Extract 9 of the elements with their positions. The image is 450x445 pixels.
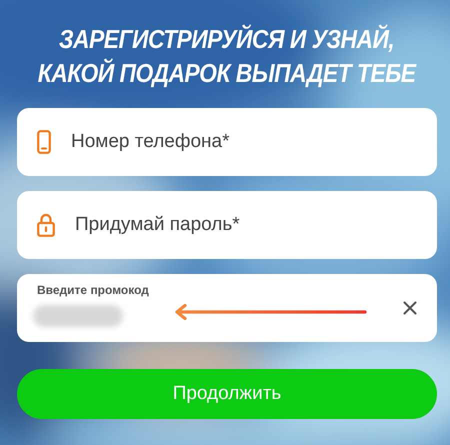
phone-field[interactable]: Номер телефона* [71, 131, 391, 153]
password-field[interactable]: Придумай пароль* [75, 214, 395, 236]
field-label: Введите промокод [37, 283, 150, 297]
promo-code-field[interactable]: Введите промокод [17, 274, 437, 342]
lock-icon [37, 213, 55, 237]
close-icon [403, 301, 417, 315]
phone-icon [37, 130, 51, 154]
heading-line: КАКОЙ ПОДАРОК ВЫПАДЕТ ТЕБЕ [38, 57, 416, 90]
heading-line: ЗАРЕГИСТРИРУЙСЯ И УЗНАЙ, [59, 23, 395, 56]
